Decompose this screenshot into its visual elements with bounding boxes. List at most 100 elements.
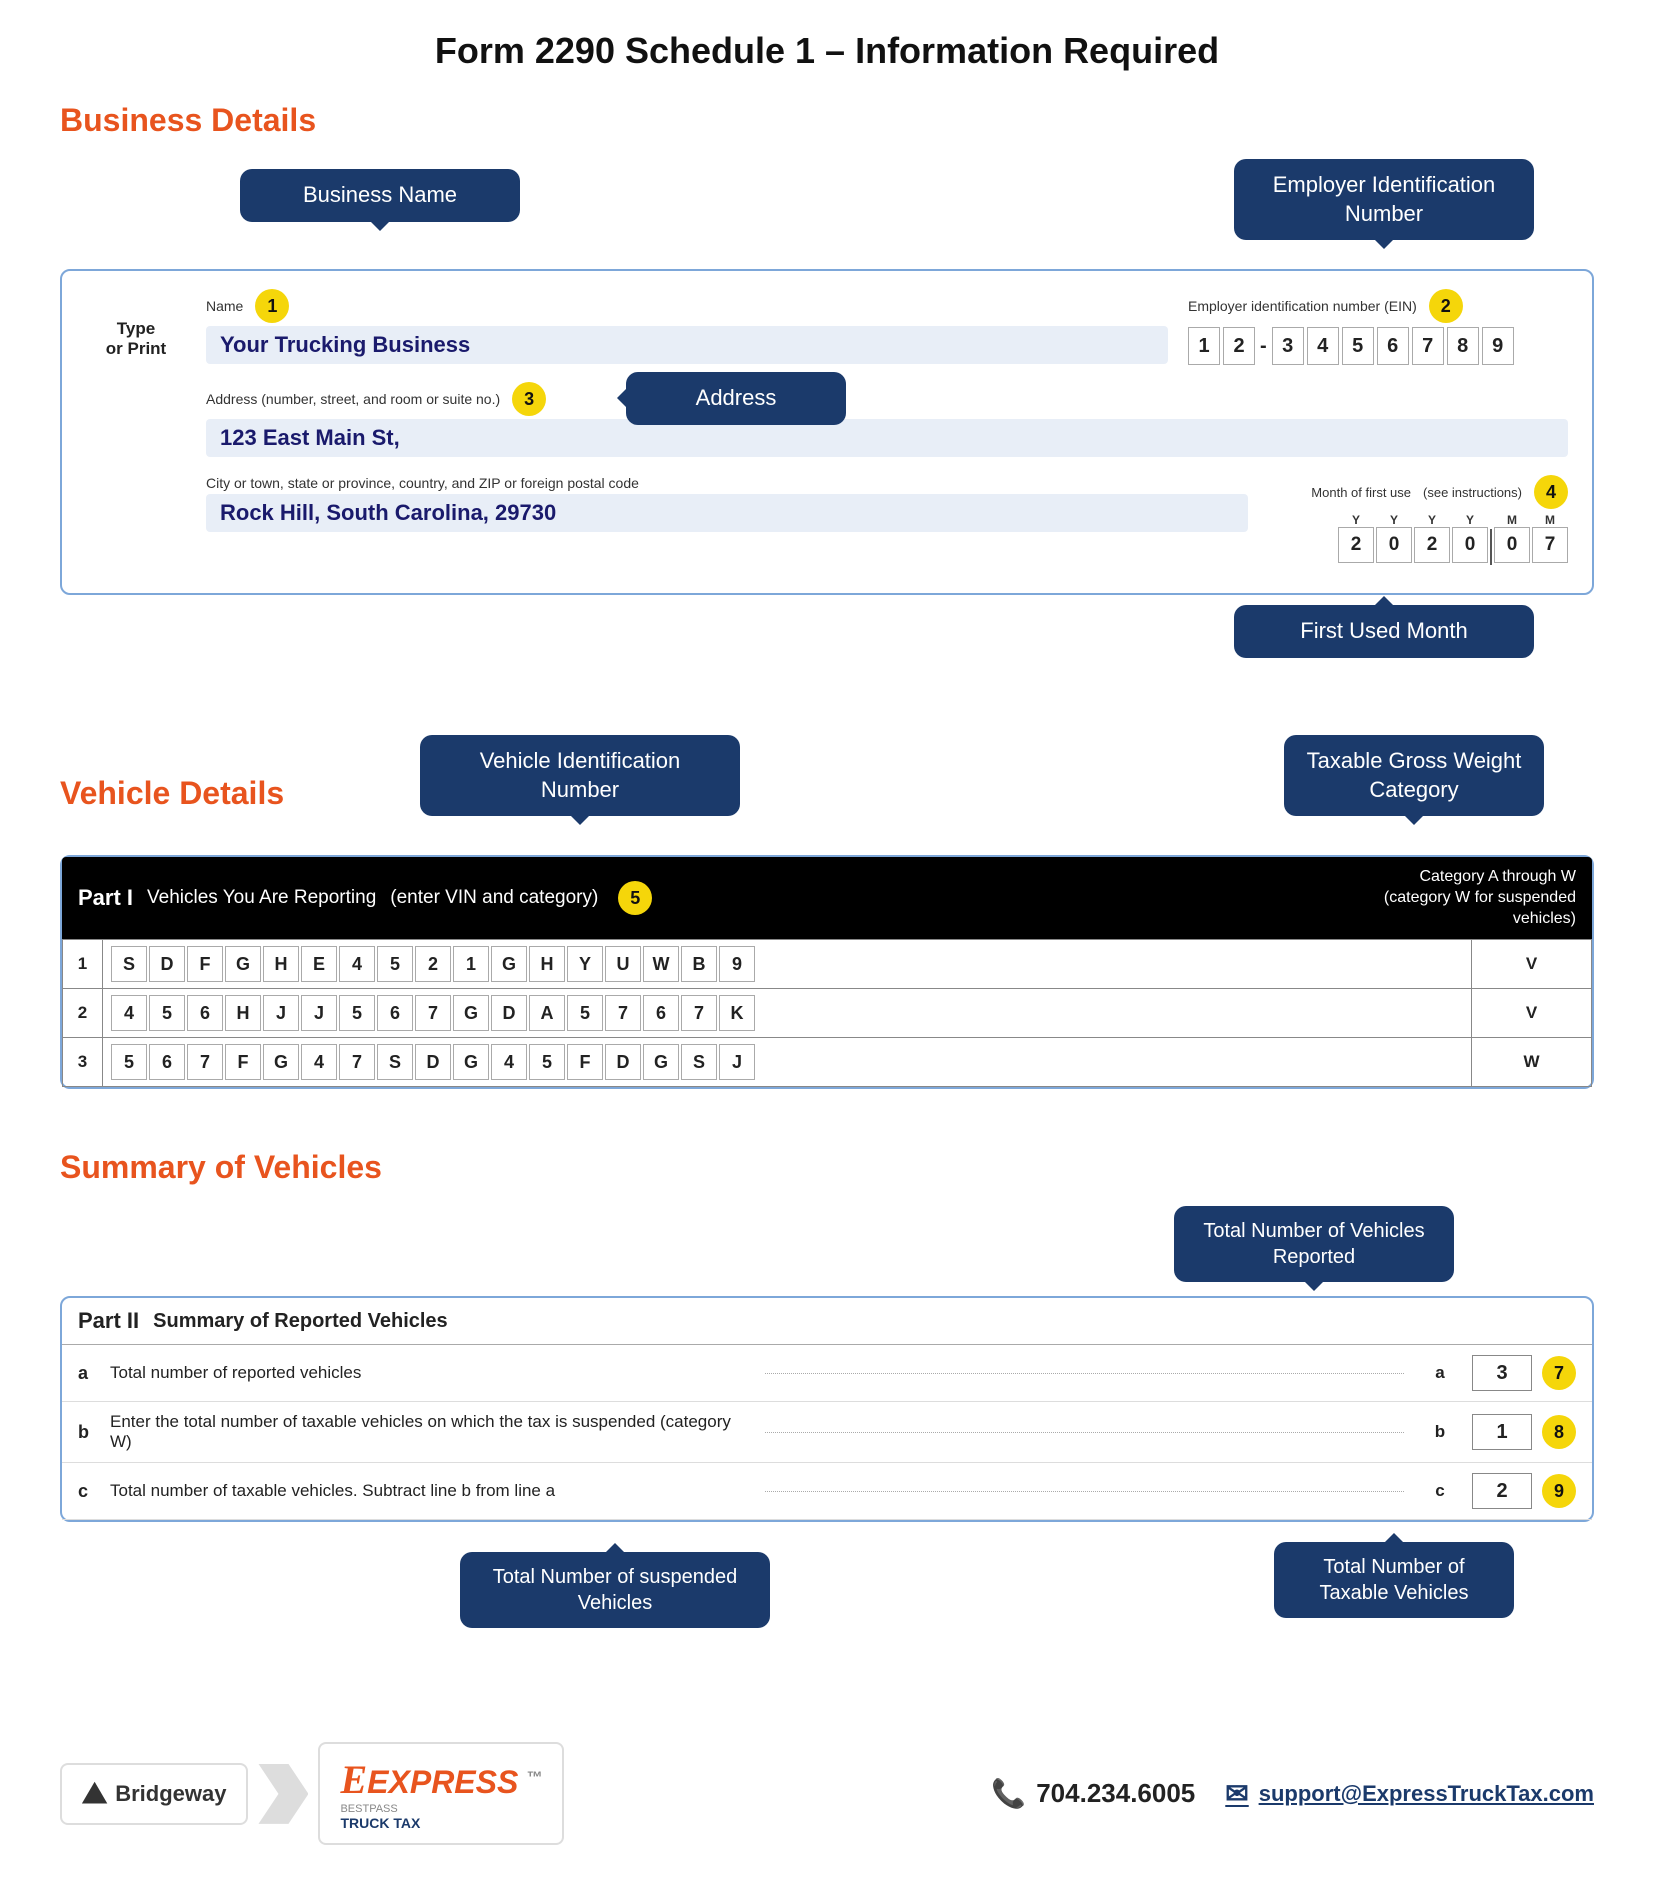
vin-char: 4	[111, 995, 147, 1031]
business-name-tooltip: Business Name	[240, 169, 520, 222]
month-divider	[1490, 529, 1492, 565]
badge-4: 4	[1534, 475, 1568, 509]
row-a-value-wrap: 3 7	[1468, 1355, 1576, 1391]
name-label: Name 1	[206, 289, 1168, 323]
vin-char: 7	[187, 1044, 223, 1080]
part1-header: Part I Vehicles You Are Reporting (enter…	[62, 857, 1592, 939]
row-b-value-wrap: 1 8	[1468, 1414, 1576, 1450]
badge-9: 9	[1542, 1474, 1576, 1508]
ein-digit: 2	[1223, 327, 1255, 365]
vin-char: D	[605, 1044, 641, 1080]
vin-char: 1	[453, 946, 489, 982]
ein-digit: 8	[1447, 327, 1479, 365]
vin-char: D	[491, 995, 527, 1031]
vin-char: 5	[339, 995, 375, 1031]
month-digit-header: M	[1545, 513, 1555, 527]
vin-char: W	[643, 946, 679, 982]
vin-char: D	[415, 1044, 451, 1080]
taxable-tooltip: Total Number of Taxable Vehicles	[1274, 1542, 1514, 1618]
vin-row-num: 2	[63, 989, 103, 1038]
phone-wrap: 📞 704.234.6005	[991, 1777, 1195, 1810]
month-digit-col: Y0	[1376, 513, 1412, 565]
vin-char: G	[225, 946, 261, 982]
summary-section-title: Summary of Vehicles	[60, 1149, 1594, 1186]
vin-char: 5	[111, 1044, 147, 1080]
vin-char: S	[111, 946, 147, 982]
express-title: TRUCK TAX	[340, 1815, 542, 1831]
email-wrap[interactable]: ✉ support@ExpressTruckTax.com	[1225, 1777, 1594, 1810]
footer-contact: 📞 704.234.6005 ✉ support@ExpressTruckTax…	[991, 1777, 1594, 1810]
vin-char: J	[719, 1044, 755, 1080]
vin-char: U	[605, 946, 641, 982]
email-address: support@ExpressTruckTax.com	[1259, 1781, 1594, 1807]
category-tooltip: Taxable Gross Weight Category	[1284, 735, 1544, 816]
business-form: Type or Print Name 1 Your Trucking Busin…	[60, 269, 1594, 595]
vin-char: J	[263, 995, 299, 1031]
vin-table: 1SDFGHE4521GHYUWB9V2456HJJ567GDA5767KV35…	[62, 939, 1592, 1087]
summary-section: Summary of Vehicles Total Number of Vehi…	[60, 1149, 1594, 1662]
vin-char: 2	[415, 946, 451, 982]
business-section: Business Details Business Name Employer …	[60, 102, 1594, 675]
ein-digit: 5	[1342, 327, 1374, 365]
ein-digit: 3	[1272, 327, 1304, 365]
address-value: 123 East Main St,	[206, 419, 1568, 457]
row-a-value: 3	[1472, 1355, 1532, 1391]
vin-char: 7	[415, 995, 451, 1031]
suspended-tooltip: Total Number of suspended Vehicles	[460, 1552, 770, 1628]
month-digit-header: Y	[1352, 513, 1360, 527]
express-tm: ™	[526, 1770, 542, 1787]
footer: ⛰ Bridgeway EEXPRESS ™ BESTPASS TRUCK TA…	[60, 1722, 1594, 1865]
ein-digit: 1	[1188, 327, 1220, 365]
badge-8: 8	[1542, 1415, 1576, 1449]
row-b-label: b	[78, 1422, 102, 1443]
month-digit-col: Y2	[1338, 513, 1374, 565]
row-b-text: Enter the total number of taxable vehicl…	[110, 1412, 749, 1452]
summary-row-b: b Enter the total number of taxable vehi…	[62, 1402, 1592, 1463]
vin-row: 1SDFGHE4521GHYUWB9V	[63, 940, 1592, 989]
summary-row-c: c Total number of taxable vehicles. Subt…	[62, 1463, 1592, 1520]
vin-char: 6	[643, 995, 679, 1031]
badge-2: 2	[1429, 289, 1463, 323]
vin-char: 6	[187, 995, 223, 1031]
vin-category: V	[1472, 989, 1592, 1038]
vehicle-section: Vehicle Details Vehicle Identification N…	[60, 735, 1594, 1089]
month-digit: 2	[1338, 527, 1374, 563]
month-digits: Y2Y0Y2Y0M0M7	[1338, 513, 1568, 565]
ein-tooltip: Employer Identification Number	[1234, 159, 1534, 240]
month-digit: 0	[1494, 527, 1530, 563]
row-c-label: c	[78, 1481, 102, 1502]
badge-1: 1	[255, 289, 289, 323]
vin-category: W	[1472, 1038, 1592, 1087]
vin-char: Y	[567, 946, 603, 982]
summary-row-a: a Total number of reported vehicles a 3 …	[62, 1345, 1592, 1402]
month-digit-header: Y	[1390, 513, 1398, 527]
month-label: Month of first use (see instructions) 4	[1311, 475, 1568, 509]
vin-char: 7	[605, 995, 641, 1031]
part1-label: Part I	[78, 885, 133, 911]
vin-char: A	[529, 995, 565, 1031]
month-digit-header: Y	[1428, 513, 1436, 527]
vin-char: 4	[339, 946, 375, 982]
vin-char: F	[225, 1044, 261, 1080]
vin-char: 6	[149, 1044, 185, 1080]
vin-char: 9	[719, 946, 755, 982]
vin-char: G	[643, 1044, 679, 1080]
ein-digits: 12-3456789	[1188, 327, 1568, 365]
email-icon: ✉	[1225, 1777, 1248, 1810]
vin-char: 7	[339, 1044, 375, 1080]
vin-row-num: 1	[63, 940, 103, 989]
row-a-code: a	[1420, 1363, 1460, 1383]
city-field-group: City or town, state or province, country…	[206, 475, 1248, 540]
vin-char: 7	[681, 995, 717, 1031]
vin-char: D	[149, 946, 185, 982]
vin-char: F	[187, 946, 223, 982]
row-b-value: 1	[1472, 1414, 1532, 1450]
vin-char: B	[681, 946, 717, 982]
vin-char: 6	[377, 995, 413, 1031]
page-title: Form 2290 Schedule 1 – Information Requi…	[60, 30, 1594, 72]
vin-chars-cell: 456HJJ567GDA5767K	[103, 989, 1472, 1038]
row-c-value-wrap: 2 9	[1468, 1473, 1576, 1509]
month-digit-col: M0	[1494, 513, 1530, 565]
summary-form: Part II Summary of Reported Vehicles a T…	[60, 1296, 1594, 1522]
phone-number: 704.234.6005	[1036, 1778, 1195, 1809]
